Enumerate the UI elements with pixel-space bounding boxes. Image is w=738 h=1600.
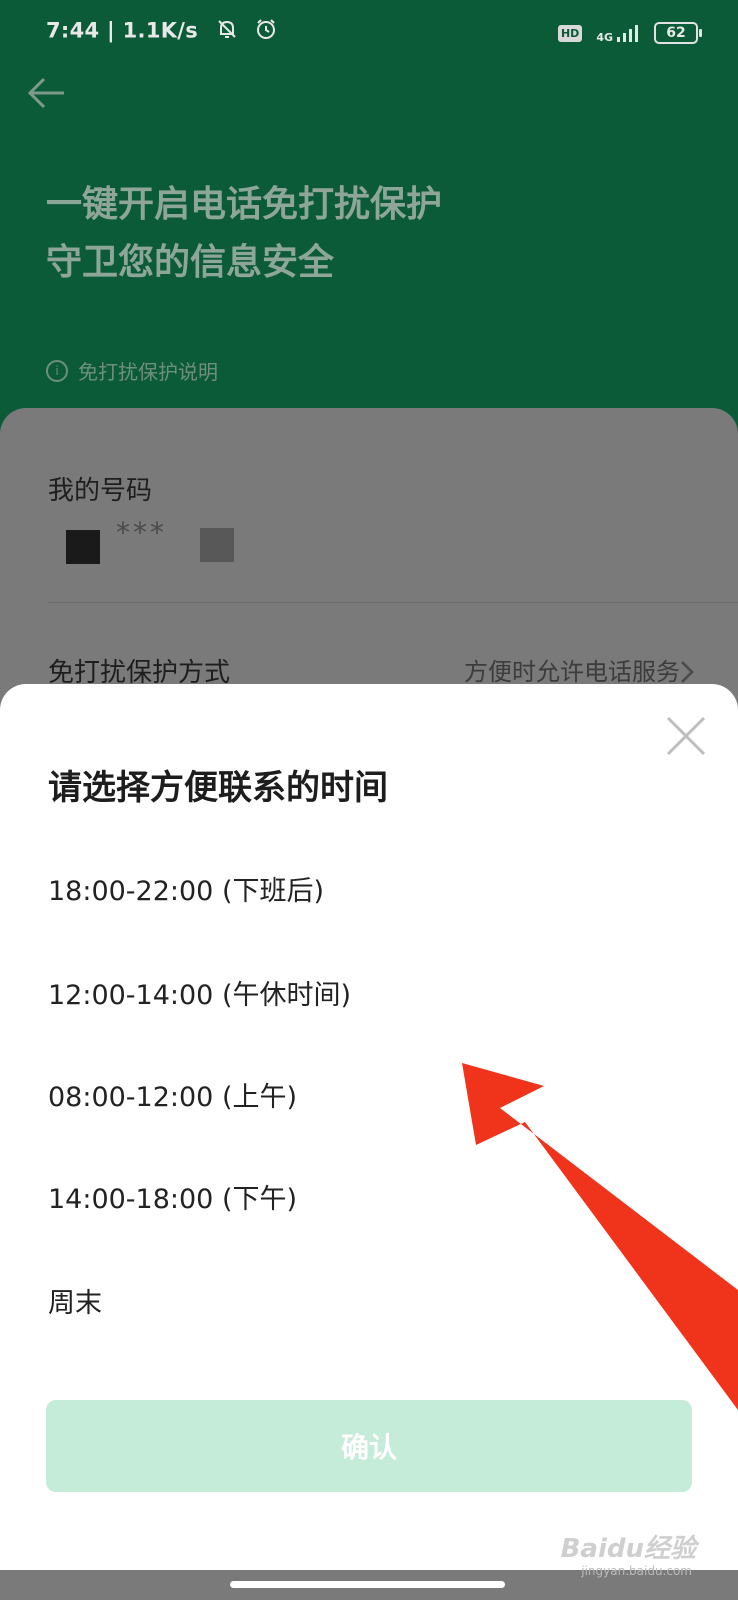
time-option[interactable]: 08:00-12:00 (上午): [48, 1078, 688, 1118]
chevron-right-icon[interactable]: [680, 660, 694, 684]
redaction-block: [200, 528, 234, 562]
alarm-clock-icon: [255, 18, 277, 45]
hero-line-1: 一键开启电话免打扰保护: [46, 184, 443, 225]
masked-digits: ***: [116, 516, 167, 549]
time-option[interactable]: 12:00-14:00 (午休时间): [48, 976, 688, 1016]
back-arrow-icon[interactable]: [26, 72, 68, 114]
info-link-label: 免打扰保护说明: [78, 360, 218, 384]
home-indicator[interactable]: [230, 1581, 505, 1588]
masked-phone-number: ***: [52, 516, 252, 566]
hero-headline: 一键开启电话免打扰保护 守卫您的信息安全: [46, 176, 442, 292]
status-time-speed: 7:44 | 1.1K/s: [46, 18, 199, 43]
battery-icon: 62: [654, 22, 702, 44]
info-icon: i: [46, 359, 68, 382]
baidu-watermark: Baidu经验: [560, 1534, 696, 1564]
time-option[interactable]: 18:00-22:00 (下班后): [48, 872, 688, 912]
hero-line-2: 守卫您的信息安全: [46, 242, 335, 283]
watermark-site: jingyan.baidu.com: [581, 1564, 692, 1578]
network-indicator: 4G: [596, 23, 640, 43]
sheet-title: 请选择方便联系的时间: [48, 768, 388, 808]
status-bar: 7:44 | 1.1K/s HD 4G 62: [0, 0, 738, 66]
network-type: 4G: [596, 31, 613, 44]
status-left: 7:44 | 1.1K/s: [46, 18, 277, 45]
silent-bell-icon: [216, 18, 238, 45]
redaction-block: [66, 530, 100, 564]
my-number-label: 我的号码: [48, 476, 153, 506]
confirm-button[interactable]: 确认: [46, 1400, 692, 1492]
divider: [48, 602, 738, 603]
time-option[interactable]: 周末: [48, 1284, 688, 1324]
status-right: HD 4G 62: [557, 20, 702, 46]
signal-icon: [617, 25, 638, 42]
time-option[interactable]: 14:00-18:00 (下午): [48, 1180, 688, 1220]
info-link[interactable]: i 免打扰保护说明: [46, 356, 218, 385]
hd-badge: HD: [557, 24, 583, 42]
close-icon[interactable]: [664, 714, 708, 758]
mode-value[interactable]: 方便时允许电话服务: [464, 652, 680, 687]
